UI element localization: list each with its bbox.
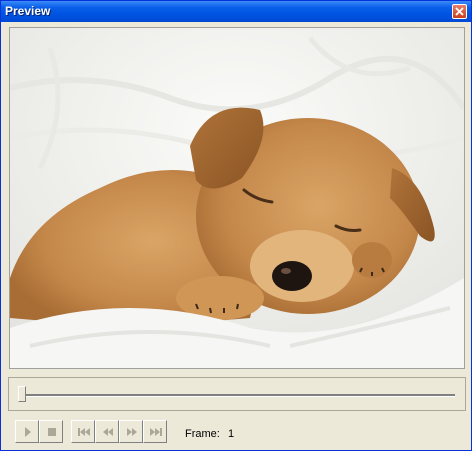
puppy-image [10,28,464,368]
stop-button[interactable] [39,420,63,443]
timeline-track[interactable] [19,394,455,397]
timeline-slider-thumb[interactable] [18,386,26,402]
title-bar[interactable]: Preview [1,1,471,22]
stop-icon [48,428,56,436]
preview-image-area [9,27,465,369]
window-title: Preview [5,4,51,18]
close-button[interactable] [452,4,467,19]
preview-window: Preview Frame: 1 [0,0,472,451]
play-button[interactable] [15,420,39,443]
fast-forward-button[interactable] [119,420,143,443]
frame-label: Frame: [185,428,220,440]
close-icon [455,7,464,16]
skip-to-end-icon [150,428,162,436]
frame-number: 1 [228,428,235,440]
rewind-icon [103,428,113,436]
skip-to-end-button[interactable] [143,420,167,443]
skip-to-start-icon [78,428,90,436]
skip-to-start-button[interactable] [71,420,95,443]
play-icon [25,427,31,437]
timeline-panel [8,377,466,411]
fast-forward-icon [127,428,137,436]
rewind-button[interactable] [95,420,119,443]
